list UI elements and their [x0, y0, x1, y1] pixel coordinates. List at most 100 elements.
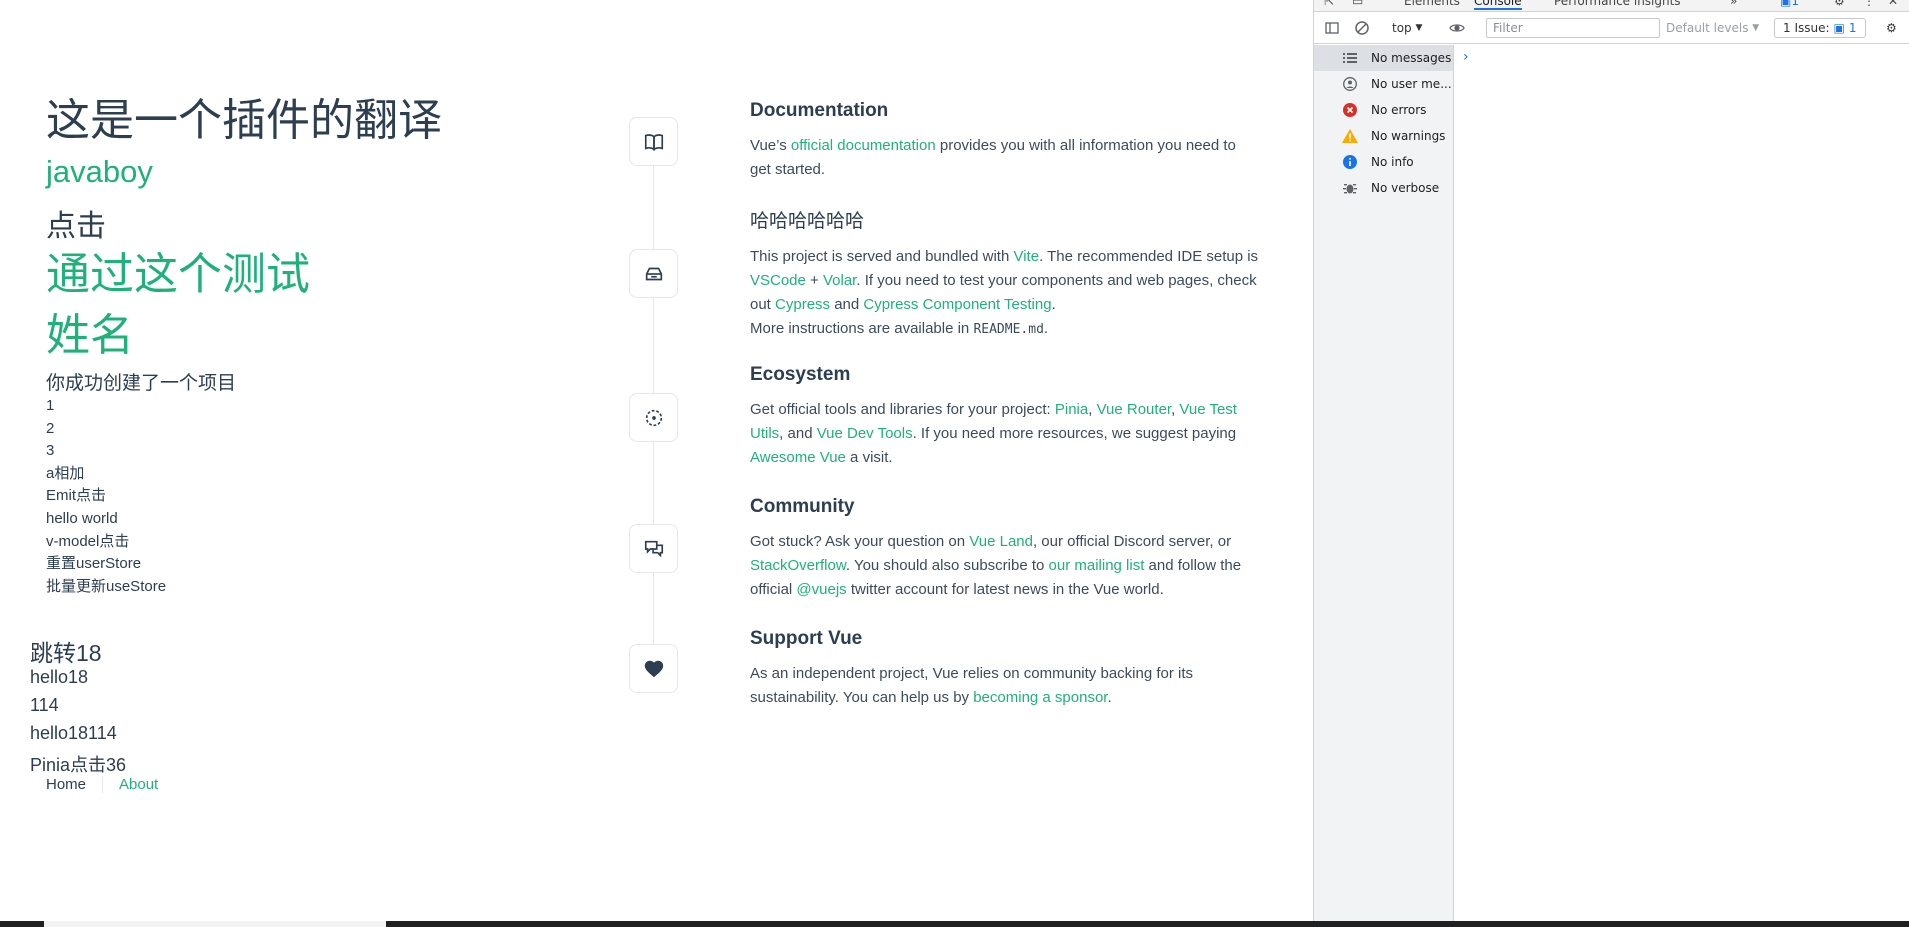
readme-code: README.md [973, 322, 1044, 337]
official-docs-link[interactable]: official documentation [791, 137, 936, 154]
list-item: 3 [46, 442, 55, 460]
nav-about-link[interactable]: About [103, 776, 170, 793]
list-item: 2 [46, 419, 55, 437]
ecosystem-title: Ecosystem [750, 364, 851, 385]
nav-home-link[interactable]: Home [34, 776, 104, 793]
reset-userstore-button[interactable]: 重置userStore [46, 553, 166, 576]
context-selector[interactable]: top ▼ [1392, 12, 1422, 44]
jump-link[interactable]: 跳转18 [30, 634, 102, 668]
vuejs-twitter-link[interactable]: @vuejs [796, 581, 846, 598]
v-model-click-button[interactable]: v-model点击 [46, 531, 166, 554]
vue-land-link[interactable]: Vue Land [969, 533, 1033, 550]
ecosystem-text: Get official tools and libraries for you… [750, 401, 1237, 466]
sidebar-item-warnings[interactable]: No warnings [1314, 123, 1453, 149]
pinia-click-button[interactable]: Pinia点击36 [30, 751, 126, 777]
taskbar-active-segment [44, 921, 386, 927]
bug-icon [1342, 180, 1358, 196]
more-menu-icon[interactable]: ⋮ [1863, 0, 1875, 8]
tooling-title: 哈哈哈哈哈哈 [750, 211, 865, 232]
issues-badge-icon[interactable]: ▣1 [1780, 0, 1799, 8]
user-icon [1342, 76, 1358, 92]
info-icon [1342, 154, 1358, 170]
pinia-link[interactable]: Pinia [1055, 401, 1088, 418]
hello18-text: hello18 [30, 667, 89, 687]
vscode-link[interactable]: VSCode [750, 272, 806, 289]
issue-flag-icon: ▣ [1833, 21, 1845, 35]
list-item: 1 [46, 397, 55, 414]
community-text: Got stuck? Ask your question on Vue Land… [750, 533, 1242, 598]
documentation-text: Vue’s official documentation provides yo… [750, 137, 1236, 178]
success-message: 你成功创建了一个项目 [46, 373, 237, 394]
log-levels-dropdown[interactable]: Default levels ▼ [1666, 12, 1759, 44]
documentation-icon-box [629, 117, 678, 166]
sidebar-toggle-icon[interactable] [1324, 12, 1340, 44]
community-title: Community [750, 496, 855, 517]
cypress-link[interactable]: Cypress [775, 296, 830, 313]
chat-icon [644, 540, 663, 557]
ecosystem-section: Ecosystem Get official tools and librari… [750, 364, 1260, 470]
mailing-list-link[interactable]: our mailing list [1049, 557, 1145, 574]
devtools-panel: ⇱ ▭ Elements Console Performance insight… [1313, 0, 1909, 921]
stackoverflow-link[interactable]: StackOverflow [750, 557, 846, 574]
close-icon[interactable]: ✕ [1888, 0, 1898, 8]
sidebar-item-errors[interactable]: No errors [1314, 97, 1453, 123]
community-icon-box [629, 524, 678, 573]
devtools-tab-bar: ⇱ ▭ Elements Console Performance insight… [1314, 0, 1909, 12]
list-item: hello world [46, 509, 118, 527]
vue-app-page: 这是一个插件的翻译 javaboy 点击 通过这个测试 姓名 你成功创建了一个项… [0, 0, 1313, 921]
console-output[interactable]: › [1455, 45, 1909, 921]
sidebar-item-messages[interactable]: No messages [1314, 45, 1453, 71]
tooling-icon-box [629, 249, 678, 298]
heart-icon [644, 660, 663, 677]
filter-input[interactable]: Filter [1486, 18, 1660, 38]
tab-elements[interactable]: Elements [1404, 0, 1460, 8]
ecosystem-icon-box [629, 393, 678, 442]
support-icon-box [629, 644, 678, 693]
clear-console-icon[interactable] [1354, 12, 1370, 44]
documentation-section: Documentation Vue’s official documentati… [750, 100, 1260, 182]
cypress-component-testing-link[interactable]: Cypress Component Testing [863, 296, 1051, 313]
console-toolbar: top ▼ Filter Default levels ▼ 1 Issue: ▣ 1… [1314, 12, 1909, 44]
vue-router-link[interactable]: Vue Router [1097, 401, 1172, 418]
javaboy-heading: javaboy [46, 154, 153, 189]
sidebar-item-info[interactable]: No info [1314, 149, 1453, 175]
ecosystem-icon [645, 409, 662, 426]
tooling-text: This project is served and bundled with … [750, 248, 1259, 337]
volar-link[interactable]: Volar [823, 272, 856, 289]
book-icon [644, 133, 663, 151]
add-button[interactable]: a相加 [46, 463, 166, 486]
support-section: Support Vue As an independent project, V… [750, 628, 1260, 710]
hello18114-text: hello18114 [30, 723, 117, 743]
page-title: 这是一个插件的翻译 [46, 96, 442, 145]
error-icon [1342, 102, 1358, 118]
toolbox-icon [645, 267, 662, 280]
name-heading: 姓名 [46, 311, 134, 360]
console-settings-icon[interactable]: ⚙ [1886, 12, 1897, 44]
batch-update-button[interactable]: 批量更新useStore [46, 576, 166, 599]
vite-link[interactable]: Vite [1013, 248, 1039, 265]
console-sidebar: No messages No user me... No errors No w… [1314, 45, 1454, 921]
tab-console[interactable]: Console [1474, 0, 1522, 10]
awesome-vue-link[interactable]: Awesome Vue [750, 449, 846, 466]
live-expression-eye-icon[interactable] [1449, 12, 1465, 44]
list-icon [1342, 50, 1358, 66]
number-text: 114 [30, 695, 59, 715]
console-prompt-icon[interactable]: › [1463, 49, 1469, 65]
dropdown-arrow-icon: ▼ [1752, 23, 1760, 33]
settings-icon[interactable]: ⚙ [1834, 0, 1845, 8]
issues-button[interactable]: 1 Issue: ▣ 1 [1774, 18, 1866, 38]
vue-dev-tools-link[interactable]: Vue Dev Tools [817, 425, 913, 442]
device-toggle-icon[interactable]: ▭ [1352, 0, 1363, 8]
tab-performance-insights[interactable]: Performance insights [1554, 0, 1681, 8]
inspect-icon[interactable]: ⇱ [1324, 0, 1334, 8]
more-tabs-icon[interactable]: » [1730, 0, 1737, 8]
taskbar-strip [0, 921, 1909, 927]
sidebar-item-user-messages[interactable]: No user me... [1314, 71, 1453, 97]
sponsor-link[interactable]: becoming a sponsor [973, 689, 1107, 706]
support-title: Support Vue [750, 628, 863, 649]
documentation-title: Documentation [750, 100, 889, 121]
item-list: 1 2 3 a相加 Emit点击 hello world v-model点击 重… [46, 395, 166, 598]
sidebar-item-verbose[interactable]: No verbose [1314, 175, 1453, 201]
emit-click-button[interactable]: Emit点击 [46, 485, 166, 508]
pass-test-heading: 通过这个测试 [46, 250, 310, 299]
